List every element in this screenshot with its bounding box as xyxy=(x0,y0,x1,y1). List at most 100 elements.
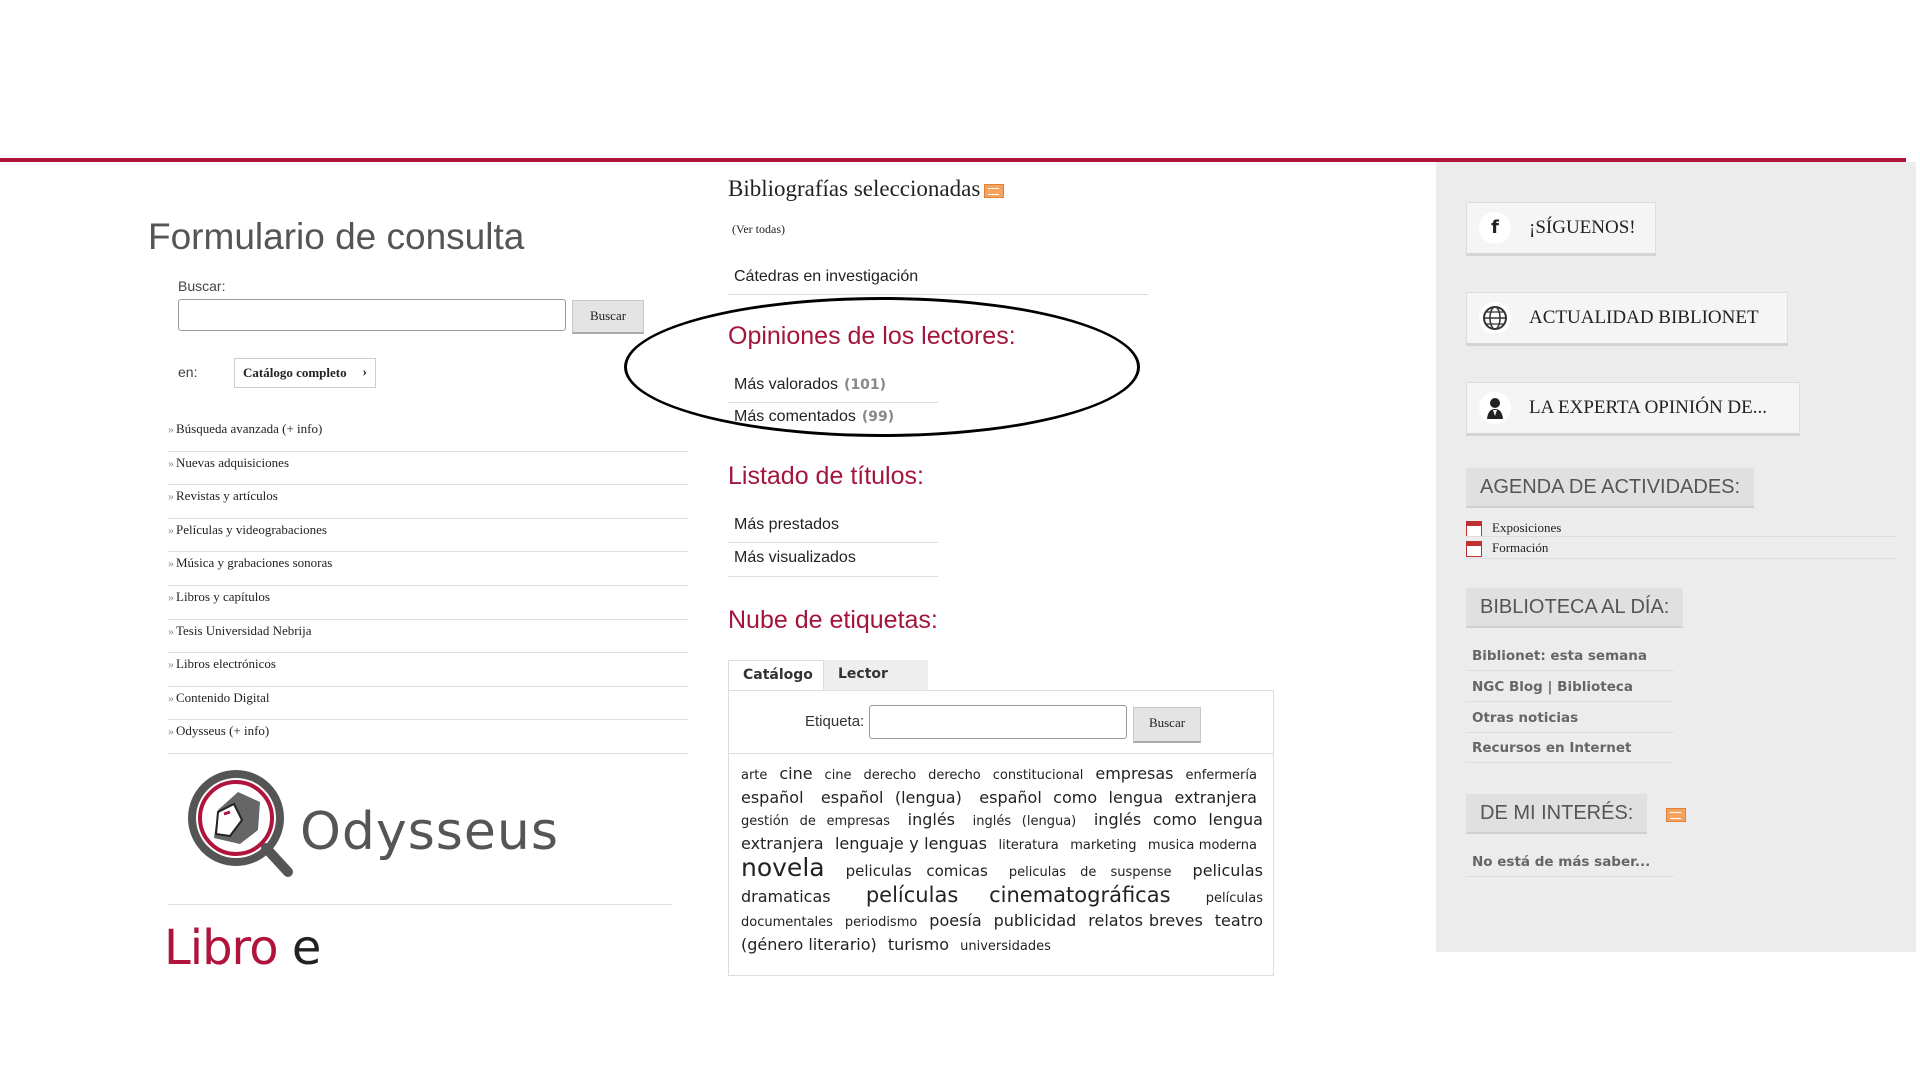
tag-cloud-item[interactable]: inglés xyxy=(908,810,955,829)
link-busqueda-avanzada[interactable]: » Búsqueda avanzada (+ info) xyxy=(168,418,688,452)
tag-cloud-item[interactable]: novela xyxy=(741,853,825,882)
tag-cloud-item[interactable]: constitucional xyxy=(993,768,1084,783)
link-libros[interactable]: » Libros y capítulos xyxy=(168,586,688,620)
chevron-right-icon: › xyxy=(362,365,367,380)
tag-cloud-item[interactable]: poesía xyxy=(929,911,981,930)
ver-todas-link[interactable]: (Ver todas) xyxy=(732,222,785,237)
tag-cloud-item[interactable]: turismo xyxy=(888,935,949,954)
search-label: Buscar: xyxy=(178,278,226,294)
link-musica[interactable]: » Música y grabaciones sonoras xyxy=(168,552,688,586)
tag-cloud-item[interactable]: cine xyxy=(779,764,812,783)
rss-icon[interactable] xyxy=(984,183,1005,198)
mas-valorados-link[interactable]: Más valorados (101) xyxy=(734,376,886,394)
odysseus-logo-text[interactable]: Odysseus xyxy=(300,802,559,862)
tag-cloud-item[interactable]: enfermería xyxy=(1185,768,1257,783)
tag-cloud-panel: Etiqueta: Buscar arte cine cine derecho … xyxy=(728,690,1274,976)
etiqueta-input[interactable] xyxy=(869,705,1127,739)
agenda-title: AGENDA DE ACTIVIDADES: xyxy=(1466,468,1755,508)
bibliografias-title: Bibliografías seleccionadas xyxy=(728,176,1005,202)
page-title: Formulario de consulta xyxy=(148,216,525,257)
divider xyxy=(168,904,672,905)
catedras-link[interactable]: Cátedras en investigación xyxy=(734,268,918,286)
tag-cloud-item[interactable]: publicidad xyxy=(994,911,1077,930)
tag-cloud-item[interactable]: español (lengua) xyxy=(821,788,962,807)
tab-lector[interactable]: Lector xyxy=(824,660,928,690)
divider xyxy=(1466,701,1674,702)
nube-title: Nube de etiquetas: xyxy=(728,606,938,634)
tag-cloud-item[interactable]: derecho xyxy=(864,768,917,783)
mas-prestados-link[interactable]: Más prestados xyxy=(734,516,839,534)
tag-cloud-item[interactable]: español xyxy=(741,788,804,807)
divider xyxy=(728,542,938,543)
person-icon xyxy=(1479,392,1511,424)
rss-icon[interactable] xyxy=(1666,808,1686,822)
en-label: en: xyxy=(178,364,198,380)
link-nuevas-adquisiciones[interactable]: » Nuevas adquisiciones xyxy=(168,452,688,486)
search-input[interactable] xyxy=(178,299,566,331)
tag-cloud-item[interactable]: gestión de empresas xyxy=(741,814,890,829)
divider xyxy=(1466,558,1896,559)
mas-comentados-count: (99) xyxy=(861,409,895,425)
bullet-icon: » xyxy=(168,724,174,739)
bullet-icon: » xyxy=(168,489,174,504)
tag-cloud-item[interactable]: marketing xyxy=(1070,838,1136,853)
calendar-icon xyxy=(1466,541,1482,558)
bullet-icon: » xyxy=(168,455,174,470)
tag-cloud-item[interactable]: musica moderna xyxy=(1148,838,1257,853)
divider xyxy=(728,294,1148,295)
search-button[interactable]: Buscar xyxy=(572,300,644,334)
bullet-icon: » xyxy=(168,522,174,537)
bullet-icon: » xyxy=(168,623,174,638)
tag-cloud-item[interactable]: español como lengua extranjera xyxy=(979,788,1257,807)
link-contenido-digital[interactable]: » Contenido Digital xyxy=(168,687,688,721)
link-odysseus[interactable]: » Odysseus (+ info) xyxy=(168,720,688,754)
tag-cloud-item[interactable]: cine xyxy=(825,768,852,783)
tag-cloud-item[interactable]: literatura xyxy=(998,838,1058,853)
experta-opinion-button[interactable]: LA EXPERTA OPINIÓN DE... xyxy=(1466,382,1800,436)
odysseus-logo-icon[interactable] xyxy=(186,768,296,878)
tag-cloud-item[interactable]: universidades xyxy=(960,939,1051,954)
tag-cloud-item[interactable]: peliculas de suspense xyxy=(1009,865,1172,880)
bullet-icon: » xyxy=(168,657,174,672)
news-link-otras-noticias[interactable]: Otras noticias xyxy=(1472,710,1578,726)
tag-cloud-item[interactable]: periodismo xyxy=(845,915,917,930)
link-tesis[interactable]: » Tesis Universidad Nebrija xyxy=(168,620,688,654)
news-link-ngc-blog[interactable]: NGC Blog | Biblioteca xyxy=(1472,679,1633,695)
divider xyxy=(728,576,938,577)
tag-cloud-item[interactable]: arte xyxy=(741,768,767,783)
facebook-icon: f xyxy=(1479,212,1511,244)
news-link-recursos[interactable]: Recursos en Internet xyxy=(1472,740,1631,756)
mas-valorados-count: (101) xyxy=(844,377,887,393)
agenda-item-exposiciones[interactable]: Exposiciones xyxy=(1466,520,1561,538)
tag-cloud-item[interactable]: peliculas comicas xyxy=(846,862,988,880)
divider xyxy=(1466,670,1674,671)
divider xyxy=(1466,876,1674,877)
link-libros-electronicos[interactable]: » Libros electrónicos xyxy=(168,653,688,687)
tag-cloud-item[interactable]: lenguaje y lenguas xyxy=(835,834,987,853)
news-link-biblionet[interactable]: Biblionet: esta semana xyxy=(1472,648,1647,664)
libro-e-logo[interactable]: Libro e xyxy=(164,920,321,976)
listado-title: Listado de títulos: xyxy=(728,462,924,490)
opiniones-title: Opiniones de los lectores: xyxy=(728,322,1016,350)
tag-cloud-item[interactable]: inglés (lengua) xyxy=(973,814,1077,829)
divider xyxy=(1466,732,1674,733)
mas-visualizados-link[interactable]: Más visualizados xyxy=(734,549,856,567)
link-revistas[interactable]: » Revistas y artículos xyxy=(168,485,688,519)
tag-cloud-item[interactable]: relatos breves xyxy=(1088,911,1203,930)
mas-comentados-link[interactable]: Más comentados (99) xyxy=(734,408,894,426)
agenda-item-formacion[interactable]: Formación xyxy=(1466,540,1548,558)
actualidad-biblionet-button[interactable]: ACTUALIDAD BIBLIONET xyxy=(1466,292,1788,346)
siguenos-button[interactable]: f ¡SÍGUENOS! xyxy=(1466,202,1656,256)
tag-cloud-item[interactable]: películas cinematográficas xyxy=(866,883,1171,907)
interes-link[interactable]: No está de más saber... xyxy=(1472,854,1650,870)
catalog-select[interactable]: Catálogo completo › xyxy=(234,358,376,388)
link-peliculas[interactable]: » Películas y videograbaciones xyxy=(168,519,688,553)
tag-cloud-item[interactable]: empresas xyxy=(1095,764,1173,783)
etiqueta-search-button[interactable]: Buscar xyxy=(1133,707,1201,743)
tab-catalogo[interactable]: Catálogo xyxy=(728,660,824,690)
divider xyxy=(1466,536,1896,537)
tag-cloud-item[interactable]: derecho xyxy=(928,768,981,783)
catalog-select-value: Catálogo completo xyxy=(243,365,347,380)
tag-cloud: arte cine cine derecho derecho constituc… xyxy=(741,763,1263,958)
globe-icon xyxy=(1479,302,1511,334)
